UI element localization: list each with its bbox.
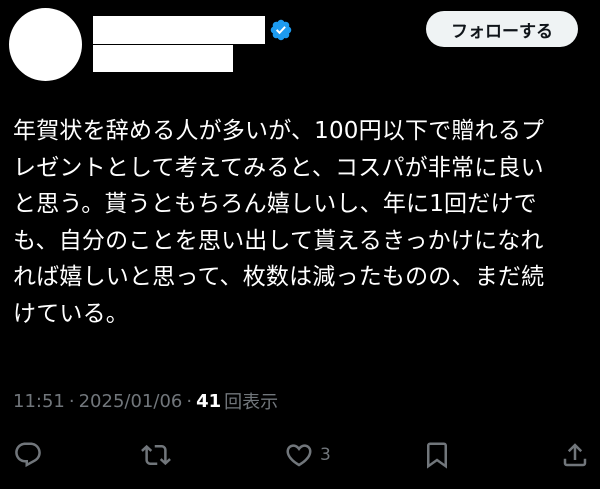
tweet-meta: 11:51 · 2025/01/06 · 41 回表示 bbox=[13, 388, 278, 414]
bookmark-icon bbox=[427, 442, 447, 469]
like-icon bbox=[286, 444, 312, 467]
share-button[interactable] bbox=[560, 440, 590, 470]
retweet-icon bbox=[141, 444, 171, 466]
share-icon bbox=[563, 443, 587, 467]
meta-separator: · bbox=[68, 390, 75, 412]
verified-badge-icon bbox=[270, 19, 292, 41]
reply-button[interactable] bbox=[13, 440, 43, 470]
reply-icon bbox=[15, 442, 41, 468]
follow-button[interactable]: フォローする bbox=[426, 11, 578, 47]
meta-separator: · bbox=[186, 390, 193, 412]
like-button[interactable]: 3 bbox=[284, 440, 331, 470]
views-label[interactable]: 回表示 bbox=[224, 388, 278, 414]
bookmark-button[interactable] bbox=[422, 440, 452, 470]
tweet-date[interactable]: 2025/01/06 bbox=[79, 391, 183, 412]
tweet-text: 年賀状を辞める人が多いが、100円以下で贈れるプ レゼントとして考えてみると、コ… bbox=[13, 118, 545, 327]
avatar[interactable] bbox=[9, 8, 82, 81]
retweet-button[interactable] bbox=[141, 440, 171, 470]
tweet-time[interactable]: 11:51 bbox=[13, 391, 65, 412]
handle-redacted[interactable] bbox=[93, 45, 233, 72]
like-count: 3 bbox=[320, 445, 331, 465]
views-count[interactable]: 41 bbox=[196, 391, 221, 412]
display-name-redacted[interactable] bbox=[93, 16, 265, 44]
